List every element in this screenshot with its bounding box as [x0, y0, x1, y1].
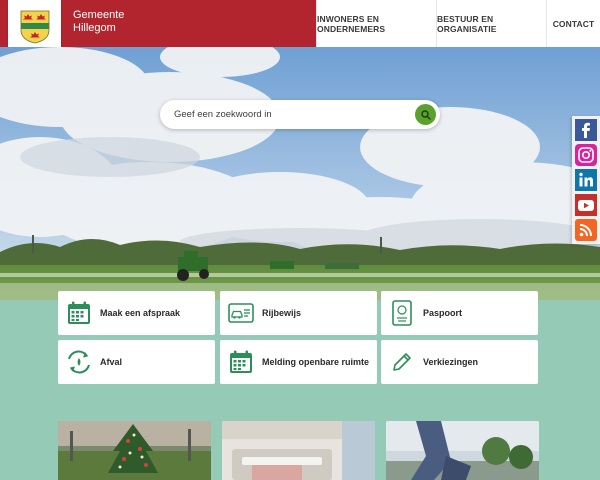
rss-icon: [575, 219, 597, 241]
instagram-icon: [575, 144, 597, 166]
tile-afval[interactable]: Afval: [58, 340, 215, 384]
passport-icon: [392, 300, 412, 326]
christmas-tree-photo: [58, 421, 211, 480]
tile-paspoort[interactable]: Paspoort: [381, 291, 538, 335]
news-card-3[interactable]: [386, 421, 539, 480]
drivers-license-icon-wrap: [220, 291, 262, 335]
search-button[interactable]: [415, 104, 436, 125]
search-icon: [420, 109, 431, 120]
tile-rijbewijs[interactable]: Rijbewijs: [220, 291, 377, 335]
main-nav: INWONERS EN ONDERNEMERS BESTUUR EN ORGAN…: [316, 0, 600, 47]
site-header: Gemeente Hillegom INWONERS EN ONDERNEMER…: [0, 0, 600, 53]
linkedin-link[interactable]: [575, 169, 597, 191]
tile-label: Afval: [100, 357, 123, 367]
brand-line-2: Hillegom: [73, 22, 116, 34]
tile-verkiezingen[interactable]: Verkiezingen: [381, 340, 538, 384]
brand-bar: Gemeente Hillegom: [0, 0, 316, 53]
tile-label: Rijbewijs: [262, 308, 302, 318]
coat-of-arms-icon: [20, 10, 49, 43]
linkedin-icon: [575, 169, 597, 191]
calendar-icon-wrap: [58, 291, 100, 335]
social-links: [572, 116, 600, 244]
news-card-2[interactable]: [222, 421, 375, 480]
search-bar: [160, 100, 440, 129]
hero-image: [0, 47, 600, 300]
nav-inwoners-ondernemers[interactable]: INWONERS EN ONDERNEMERS: [316, 0, 436, 47]
nav-bestuur-organisatie[interactable]: BESTUUR EN ORGANISATIE: [436, 0, 546, 47]
tile-label: Maak een afspraak: [100, 308, 181, 318]
brand-line-1: Gemeente: [73, 9, 125, 21]
tile-label: Verkiezingen: [423, 357, 479, 367]
tile-label: Paspoort: [423, 308, 463, 318]
facebook-link[interactable]: [575, 119, 597, 141]
mailbox-photo: [222, 421, 375, 480]
calendar-icon: [68, 301, 90, 324]
rss-link[interactable]: [575, 219, 597, 241]
tile-label: Melding openbare ruimte: [262, 357, 370, 367]
news-card-1[interactable]: [58, 421, 211, 480]
tile-maak-een-afspraak[interactable]: Maak een afspraak: [58, 291, 215, 335]
recycle-icon: [68, 350, 90, 374]
nav-contact[interactable]: CONTACT: [546, 0, 600, 47]
recycle-icon-wrap: [58, 340, 100, 384]
calendar-icon: [230, 350, 252, 373]
drivers-license-icon: [228, 303, 254, 323]
person-outdoors-photo: [386, 421, 539, 480]
search-input[interactable]: [174, 106, 404, 123]
pencil-icon-wrap: [381, 340, 423, 384]
youtube-icon: [575, 194, 597, 216]
calendar-icon-wrap: [220, 340, 262, 384]
hero-landscape-picture: [0, 47, 600, 300]
youtube-link[interactable]: [575, 194, 597, 216]
facebook-icon: [575, 119, 597, 141]
brand-name[interactable]: Gemeente Hillegom: [73, 9, 124, 35]
tile-melding-openbare-ruimte[interactable]: Melding openbare ruimte: [220, 340, 377, 384]
municipal-logo[interactable]: [8, 0, 61, 53]
pencil-icon: [393, 353, 411, 371]
passport-icon-wrap: [381, 291, 423, 335]
instagram-link[interactable]: [575, 144, 597, 166]
